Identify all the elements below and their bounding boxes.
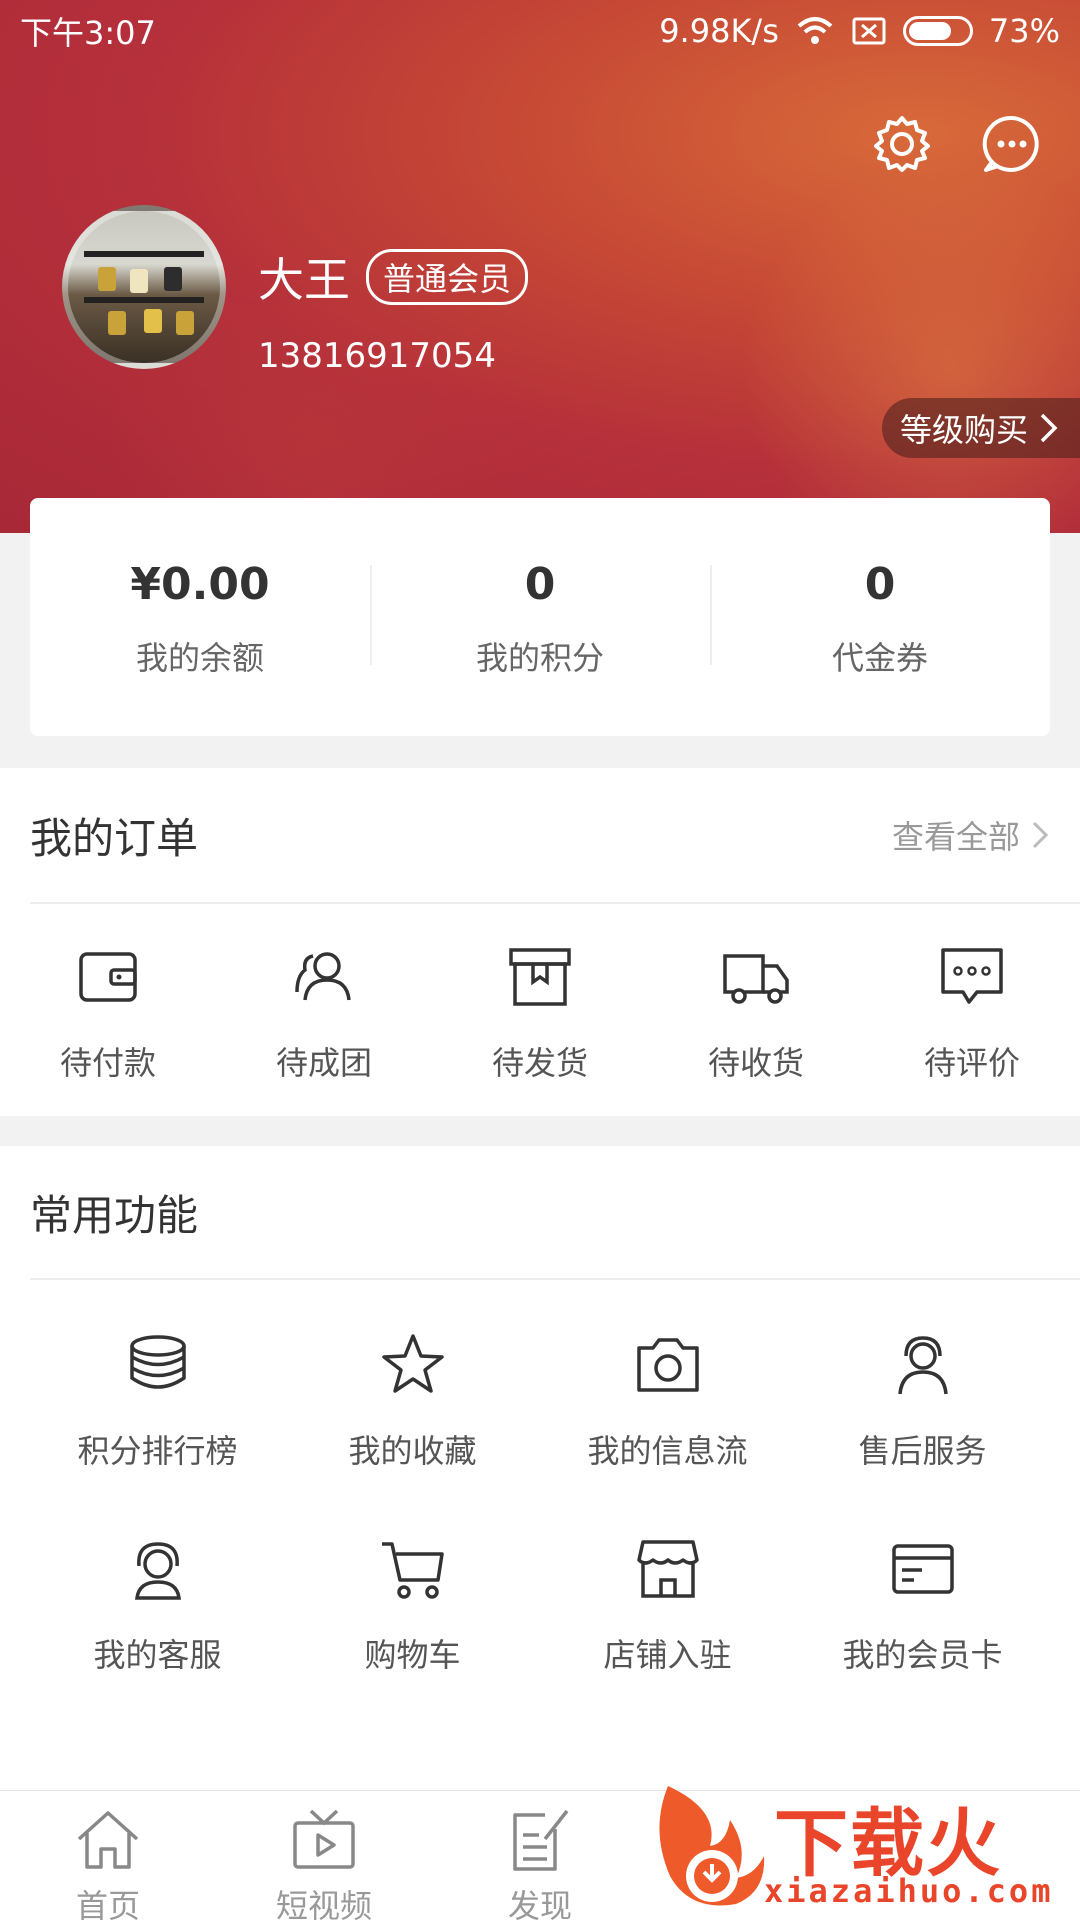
voucher-stat[interactable]: 0 代金券: [710, 555, 1050, 679]
user-name: 大王: [258, 253, 350, 307]
user-name-row: 大王 普通会员: [258, 244, 529, 310]
star-icon: [381, 1334, 444, 1393]
function-label: 我的会员卡: [842, 1636, 1003, 1674]
user-phone: 13816917054: [258, 336, 496, 376]
home-icon: [77, 1811, 139, 1869]
wifi-icon: [797, 17, 833, 44]
order-pending-shipment[interactable]: 待发货: [432, 942, 648, 1084]
profile-header: 下午3:07 9.98K/s 73% 大王 普通会员 13816917054 等…: [0, 0, 1080, 533]
avatar[interactable]: [62, 205, 226, 369]
tab-label: 首页: [75, 1887, 140, 1920]
points-stat[interactable]: 0 我的积分: [370, 555, 710, 679]
order-item-label: 待发货: [491, 1044, 588, 1082]
chevron-right-icon: [1032, 821, 1049, 849]
my-favorites-item[interactable]: 我的收藏: [285, 1280, 540, 1484]
customer-service-item[interactable]: 我的客服: [30, 1484, 285, 1688]
orders-title: 我的订单: [30, 813, 199, 863]
tab-short-video[interactable]: 短视频: [216, 1791, 432, 1920]
member-card-item[interactable]: 我的会员卡: [795, 1484, 1050, 1688]
truck-icon: [723, 954, 789, 1004]
customer-service-icon: [134, 1542, 181, 1600]
points-label: 我的积分: [475, 639, 604, 677]
function-label: 我的信息流: [587, 1432, 748, 1470]
tab-label: 发现: [507, 1887, 572, 1920]
order-item-label: 待评价: [923, 1044, 1020, 1082]
card-icon: [891, 1544, 954, 1594]
status-time: 下午3:07: [20, 14, 156, 52]
comment-icon: [941, 948, 1003, 1004]
balance-stat[interactable]: ¥0.00 我的余额: [30, 555, 370, 679]
order-item-label: 待付款: [59, 1044, 156, 1082]
view-all-orders-link[interactable]: 查看全部: [892, 812, 1050, 858]
order-pending-group[interactable]: 待成团: [216, 942, 432, 1084]
camera-icon: [636, 1338, 699, 1392]
flame-logo-icon: [659, 1786, 765, 1906]
store-icon: [636, 1540, 699, 1598]
function-label: 我的收藏: [348, 1432, 477, 1470]
level-buy-label: 等级购买: [899, 411, 1028, 449]
order-pending-receipt[interactable]: 待收货: [648, 942, 864, 1084]
view-all-label: 查看全部: [891, 818, 1020, 856]
account-stats-card: ¥0.00 我的余额 0 我的积分 0 代金券: [30, 498, 1050, 736]
chat-bubble-icon[interactable]: [980, 112, 1044, 176]
chevron-right-icon: [1040, 413, 1058, 443]
function-label: 积分排行榜: [77, 1432, 238, 1470]
watermark-domain: xiazaihuo.com: [764, 1872, 1054, 1910]
tab-home[interactable]: 首页: [0, 1791, 216, 1920]
my-orders-section: 我的订单 查看全部 待付款 待成团 待发货 待收货 待评价: [0, 768, 1080, 1116]
sim-x-icon: [852, 17, 886, 45]
battery-percent: 73%: [988, 12, 1060, 50]
voucher-value: 0: [864, 559, 896, 610]
level-buy-button[interactable]: 等级购买: [881, 398, 1080, 458]
function-label: 我的客服: [93, 1636, 222, 1674]
order-item-label: 待收货: [707, 1044, 804, 1082]
cart-icon: [381, 1542, 444, 1599]
tv-play-icon: [293, 1809, 355, 1869]
headset-user-icon: [897, 1336, 948, 1395]
store-join-item[interactable]: 店铺入驻: [540, 1484, 795, 1688]
coins-stack-icon: [129, 1335, 186, 1389]
shopping-cart-item[interactable]: 购物车: [285, 1484, 540, 1688]
edit-note-icon: [513, 1809, 569, 1871]
status-bar: 下午3:07 9.98K/s 73%: [0, 0, 1080, 62]
balance-label: 我的余额: [135, 639, 264, 677]
functions-title: 常用功能: [30, 1190, 199, 1240]
balance-value: ¥0.00: [130, 559, 270, 610]
my-feed-item[interactable]: 我的信息流: [540, 1280, 795, 1484]
tab-discover[interactable]: 发现: [432, 1791, 648, 1920]
group-icon: [295, 952, 351, 1001]
order-pending-review[interactable]: 待评价: [864, 942, 1080, 1084]
watermark: 下载火 xiazaihuo.com: [640, 1780, 1080, 1920]
network-speed: 9.98K/s: [659, 12, 779, 50]
order-item-label: 待成团: [275, 1044, 372, 1082]
box-icon: [509, 948, 571, 1006]
gear-icon[interactable]: [870, 112, 934, 176]
points-value: 0: [524, 559, 556, 610]
order-pending-payment[interactable]: 待付款: [0, 942, 216, 1084]
member-level-badge: 普通会员: [366, 249, 529, 305]
common-functions-section: 常用功能 积分排行榜 我的收藏 我的信息流 售后服务 我的客服 购物车 店铺入驻…: [0, 1146, 1080, 1806]
points-ranking-item[interactable]: 积分排行榜: [30, 1280, 285, 1484]
function-label: 购物车: [364, 1636, 461, 1674]
wallet-icon: [79, 952, 137, 1002]
voucher-label: 代金券: [831, 639, 928, 677]
function-label: 店铺入驻: [603, 1636, 732, 1674]
tab-label: 短视频: [275, 1887, 372, 1920]
battery-icon: [902, 16, 973, 46]
function-label: 售后服务: [858, 1432, 987, 1470]
after-sales-item[interactable]: 售后服务: [795, 1280, 1050, 1484]
